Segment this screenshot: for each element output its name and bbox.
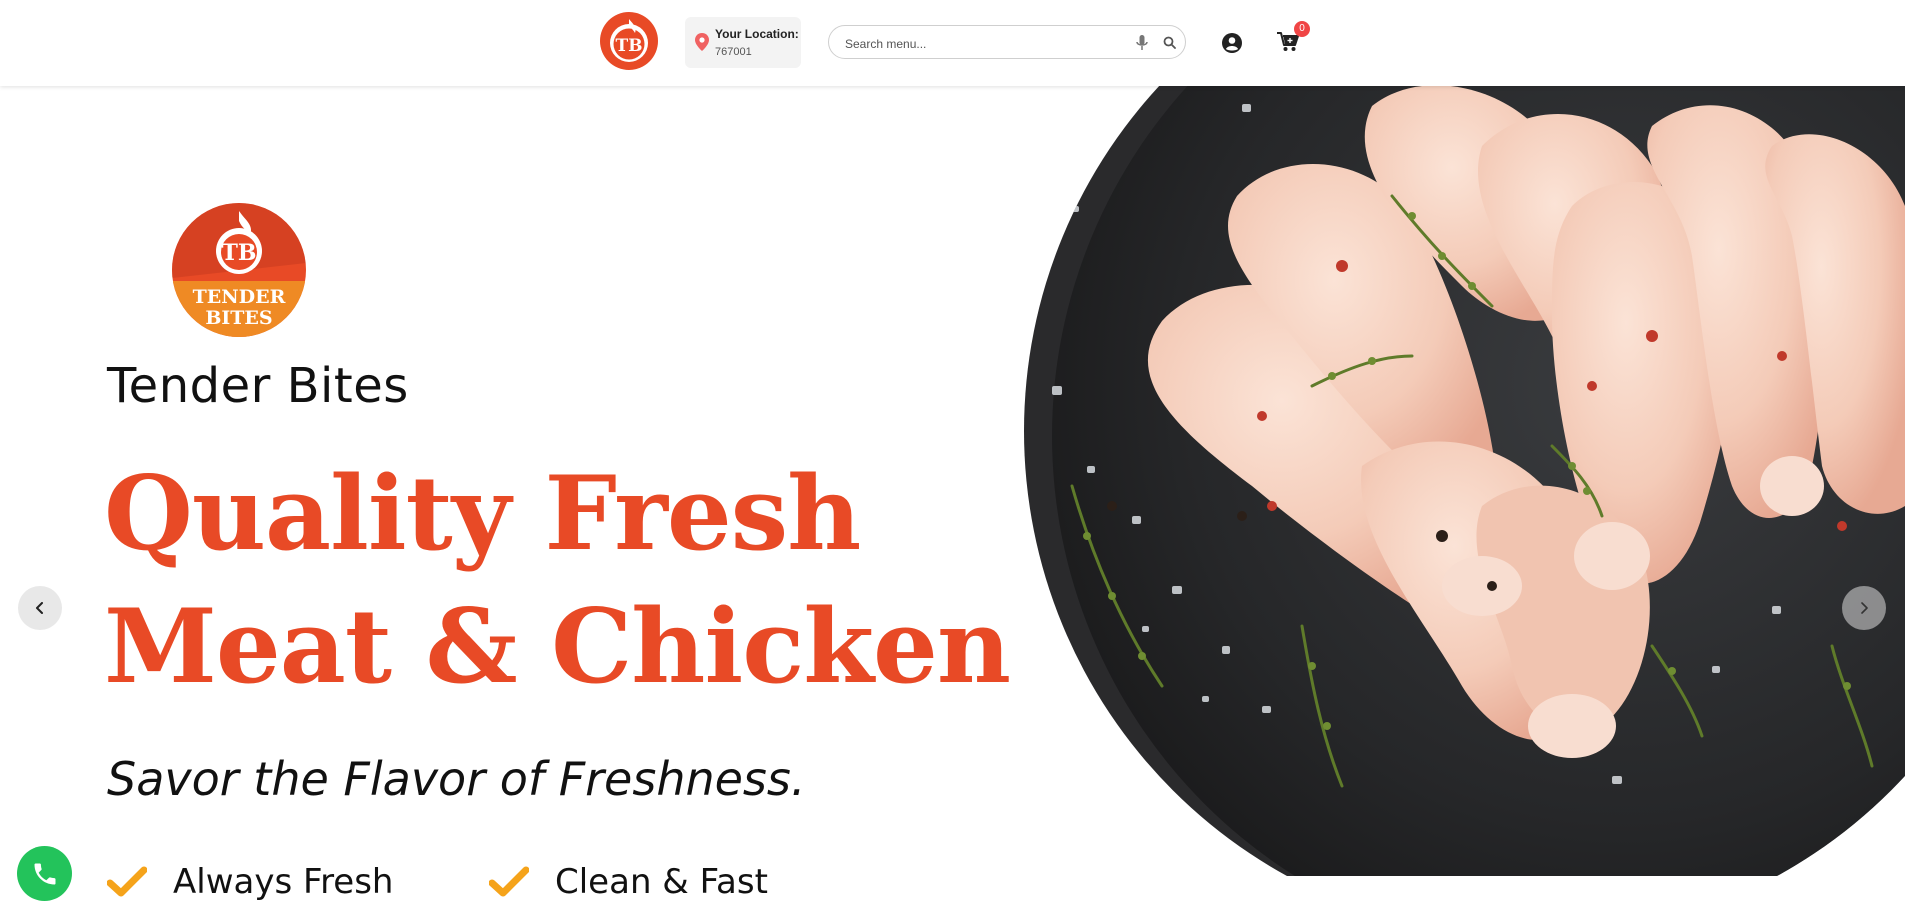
hero-tagline: Savor the Flavor of Freshness. xyxy=(107,752,806,806)
check-icon xyxy=(107,866,147,897)
carousel-next-button[interactable] xyxy=(1842,586,1886,630)
check-icon xyxy=(489,866,529,897)
chevron-right-icon xyxy=(1861,602,1868,614)
feature-label: Always Fresh xyxy=(173,862,394,902)
phone-icon xyxy=(34,863,55,884)
brand-name: Tender Bites xyxy=(107,358,409,414)
svg-text:TENDER: TENDER xyxy=(193,286,286,308)
hero-chicken-image xyxy=(1024,86,1905,876)
brand-logo-badge: TB TENDER BITES xyxy=(172,203,306,337)
site-header: TB Your Location: 767001 Search menu... … xyxy=(0,0,1905,86)
location-pin-icon xyxy=(695,33,709,51)
carousel-prev-button[interactable] xyxy=(18,586,62,630)
svg-text:TB: TB xyxy=(615,36,642,56)
cart-count-badge: 0 xyxy=(1294,21,1310,37)
svg-text:TB: TB xyxy=(222,240,257,266)
headline-line-2: Meat & Chicken xyxy=(104,587,1011,707)
microphone-icon[interactable] xyxy=(1136,35,1148,51)
location-value: 767001 xyxy=(715,46,752,58)
hero-headline: Quality Fresh Meat & Chicken xyxy=(104,448,1011,714)
search-bar xyxy=(828,25,1186,59)
site-logo[interactable]: TB xyxy=(599,11,659,71)
search-input[interactable] xyxy=(843,33,1117,55)
cart-icon[interactable] xyxy=(1277,32,1299,52)
location-selector[interactable]: Your Location: 767001 xyxy=(685,17,801,68)
call-button[interactable] xyxy=(17,846,72,901)
headline-line-1: Quality Fresh xyxy=(104,454,861,574)
search-icon[interactable] xyxy=(1163,36,1176,49)
svg-text:BITES: BITES xyxy=(205,307,272,329)
location-label: Your Location: xyxy=(715,27,799,41)
user-icon[interactable] xyxy=(1222,33,1242,53)
chevron-left-icon xyxy=(36,602,43,614)
feature-label: Clean & Fast xyxy=(555,862,768,902)
